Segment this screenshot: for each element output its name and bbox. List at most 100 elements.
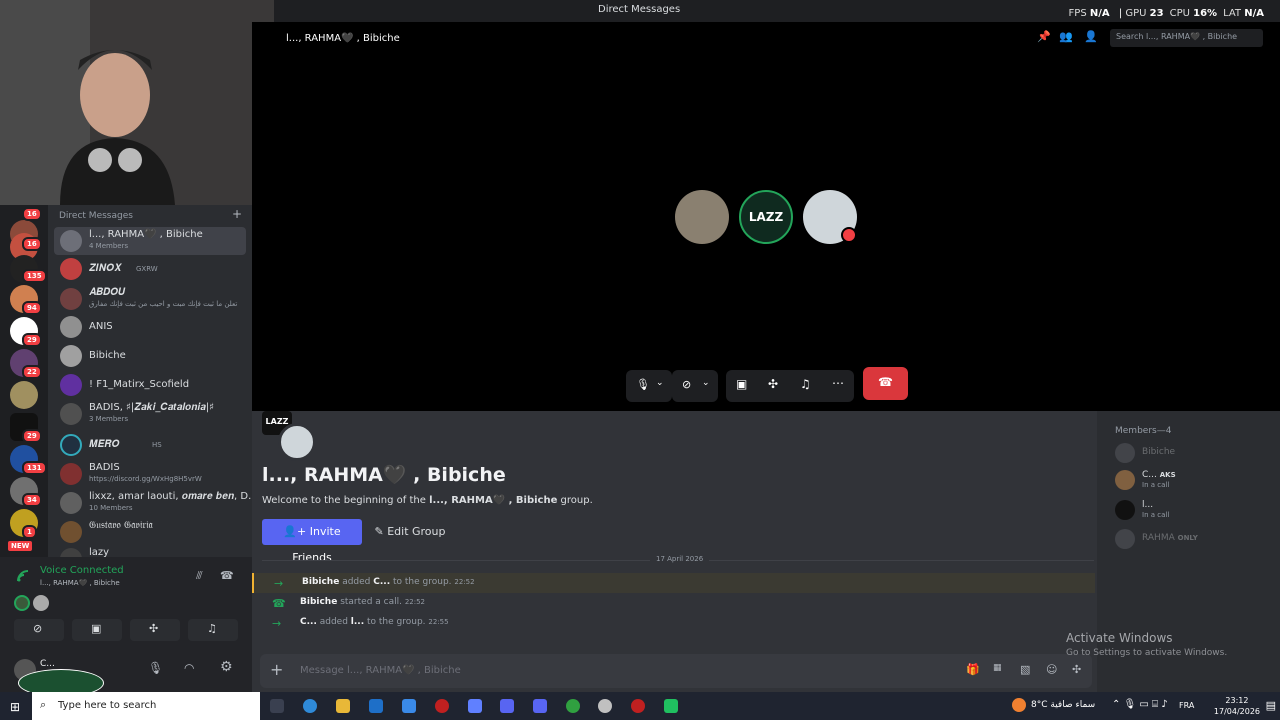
- voice-user-panel: Voice Connected l..., RAHMA🖤 , Bibiche ⫻…: [0, 557, 252, 697]
- language-indicator[interactable]: FRA: [1179, 701, 1194, 710]
- soundboard-button[interactable]: ♫: [188, 619, 238, 641]
- call-title: l..., RAHMA🖤 , Bibiche: [286, 33, 400, 44]
- discord-icon[interactable]: [500, 699, 514, 713]
- dm-item[interactable]: lixxz, amar laouti, 𝒐𝒎𝒂𝒓𝒆 𝒃𝒆𝒏, D... 10 Me…: [54, 489, 252, 517]
- activities-icon[interactable]: ✣: [768, 377, 778, 391]
- message-input[interactable]: + Message l..., RAHMA🖤 , Bibiche 🎁 ▦ ▧ ☺…: [260, 654, 1092, 688]
- dm-item[interactable]: Bibiche: [54, 342, 246, 370]
- sticker-icon[interactable]: ▧: [1020, 663, 1030, 676]
- chevron-down-icon[interactable]: ⌄: [702, 378, 710, 388]
- dm-item[interactable]: 𝑨𝑩𝑫𝑶𝑼 تعلن ما ثبت فإنك مبت و احيب من ثبت …: [54, 285, 246, 313]
- gif-icon[interactable]: ▦: [993, 663, 1002, 673]
- mute-button[interactable]: 🎙 ⌄: [626, 370, 672, 402]
- app-icon[interactable]: [598, 699, 612, 713]
- group-title: l..., RAHMA🖤 , Bibiche: [262, 464, 506, 486]
- unread-badge: 16: [22, 237, 42, 251]
- new-badge: NEW: [6, 539, 35, 553]
- windows-start-icon[interactable]: ⊞: [10, 700, 20, 714]
- search-input[interactable]: Search l..., RAHMA🖤 , Bibiche: [1110, 29, 1263, 47]
- system-clock[interactable]: 23:12 17/04/2026: [1214, 695, 1260, 717]
- arrow-right-icon: →: [274, 577, 284, 590]
- dm-item[interactable]: 𝑴𝑬𝑹𝑶 HS: [54, 431, 246, 459]
- voice-status[interactable]: Voice Connected: [40, 565, 124, 576]
- notification-icon[interactable]: ▤: [1266, 699, 1276, 712]
- participant-avatar[interactable]: [675, 190, 729, 244]
- members-header: Members—4: [1115, 426, 1172, 436]
- avatar: [1115, 500, 1135, 520]
- screen-share-icon[interactable]: ▣: [736, 377, 747, 391]
- server-list: 16 16 135 94 29 22 29 131 34 1 NEW: [0, 205, 48, 557]
- app-icon[interactable]: [435, 699, 449, 713]
- dm-item[interactable]: 𝔊𝔲𝔰𝔱𝔞𝔳𝔬 𝔊𝔞𝔳𝔦𝔯𝔦𝔞: [54, 518, 246, 546]
- camera-off-icon: ⊘: [682, 378, 692, 391]
- invite-friends-button[interactable]: 👤+ Invite Friends: [262, 519, 362, 564]
- avatar: [1115, 529, 1135, 549]
- dm-item[interactable]: BADIS, ♯|𝒁𝒂𝒌𝒊_𝑪𝒂𝒕𝒂𝒍𝒐𝒏𝒊𝒂|♯ 3 Members: [54, 400, 246, 428]
- member-item[interactable]: RAHMA ONLY: [1115, 527, 1275, 551]
- edit-group-button[interactable]: ✎ Edit Group: [368, 519, 452, 545]
- activities-button[interactable]: ✣: [130, 619, 180, 641]
- end-call-button[interactable]: ☎: [863, 367, 908, 400]
- unread-badge: 131: [22, 461, 47, 475]
- headphones-icon[interactable]: ◠: [184, 661, 194, 675]
- dm-item[interactable]: ! F1_Matirx_Scofield: [54, 371, 246, 399]
- apps-icon[interactable]: ✣: [1072, 663, 1081, 676]
- create-dm-button[interactable]: +: [232, 207, 242, 221]
- store-icon[interactable]: [402, 699, 416, 713]
- pin-icon[interactable]: 📌: [1037, 30, 1051, 43]
- avatar: [60, 403, 82, 425]
- avatar: [60, 374, 82, 396]
- soundboard-icon: ♫: [207, 622, 217, 635]
- attach-plus-icon[interactable]: +: [270, 660, 283, 679]
- task-view-icon[interactable]: [270, 699, 284, 713]
- screen-share-button[interactable]: ▣: [72, 619, 122, 641]
- server-icon[interactable]: [10, 381, 38, 409]
- taskbar-search-input[interactable]: ⌕ Type here to search: [32, 692, 260, 720]
- voice-participant-avatar: [14, 595, 30, 611]
- video-toggle-button[interactable]: ⊘ ⌄: [672, 370, 718, 402]
- pencil-icon: ✎: [374, 525, 388, 538]
- chrome-icon[interactable]: [566, 699, 580, 713]
- system-message: → C... added l... to the group. 22:55: [272, 617, 449, 630]
- dm-item[interactable]: l..., RAHMA🖤 , Bibiche 4 Members: [54, 227, 246, 255]
- dm-item[interactable]: ANIS: [54, 313, 246, 341]
- member-item[interactable]: l... In a call: [1115, 498, 1275, 522]
- add-user-icon: 👤+: [283, 525, 310, 538]
- microphone-icon[interactable]: 🎙: [148, 661, 163, 675]
- settings-gear-icon[interactable]: ⚙: [220, 659, 233, 675]
- app-icon[interactable]: [468, 699, 482, 713]
- hang-up-icon: ☎: [878, 375, 893, 389]
- file-explorer-icon[interactable]: [336, 699, 350, 713]
- unread-badge: 34: [22, 493, 42, 507]
- voice-channel-name[interactable]: l..., RAHMA🖤 , Bibiche: [40, 579, 120, 587]
- member-item[interactable]: Bibiche: [1115, 441, 1275, 465]
- activation-watermark-text: Go to Settings to activate Windows.: [1066, 648, 1228, 658]
- discord-active-icon[interactable]: [533, 699, 547, 713]
- weather-text[interactable]: 8°C سماء صافية: [1031, 700, 1095, 710]
- edge-icon[interactable]: [303, 699, 317, 713]
- more-options-icon[interactable]: ⋯: [832, 376, 844, 390]
- avatar: [60, 316, 82, 338]
- soundboard-icon[interactable]: ♫: [800, 377, 811, 391]
- gift-icon[interactable]: 🎁: [966, 663, 980, 676]
- username: C...: [40, 659, 55, 669]
- app-icon[interactable]: [631, 699, 645, 713]
- arrow-right-icon: →: [272, 617, 282, 630]
- signal-icon: [17, 570, 29, 582]
- noise-suppression-icon[interactable]: ⫻: [196, 569, 203, 583]
- dm-item[interactable]: BADIS https://discord.gg/WxHg8H5vrW: [54, 460, 246, 488]
- camera-off-icon: ⊘: [33, 622, 43, 635]
- member-list-icon[interactable]: 👤: [1084, 30, 1098, 43]
- participant-avatar-speaking[interactable]: LAZZ: [739, 190, 793, 244]
- outlook-icon[interactable]: [369, 699, 383, 713]
- emoji-icon[interactable]: ☺: [1046, 663, 1057, 676]
- member-item[interactable]: C... AKS In a call: [1115, 468, 1275, 492]
- disconnect-icon[interactable]: ☎: [220, 569, 234, 582]
- dm-item[interactable]: 𝒁𝑰𝑵𝑶𝑿 GXRW: [54, 255, 246, 283]
- camera-toggle-button[interactable]: ⊘: [14, 619, 64, 641]
- avatar: [60, 492, 82, 514]
- tray-icons[interactable]: ⌃ 🎙 ▭ ⌸ ♪: [1112, 699, 1168, 710]
- add-friend-icon[interactable]: 👥: [1059, 30, 1073, 43]
- chevron-down-icon[interactable]: ⌄: [656, 378, 664, 388]
- app-icon[interactable]: [664, 699, 678, 713]
